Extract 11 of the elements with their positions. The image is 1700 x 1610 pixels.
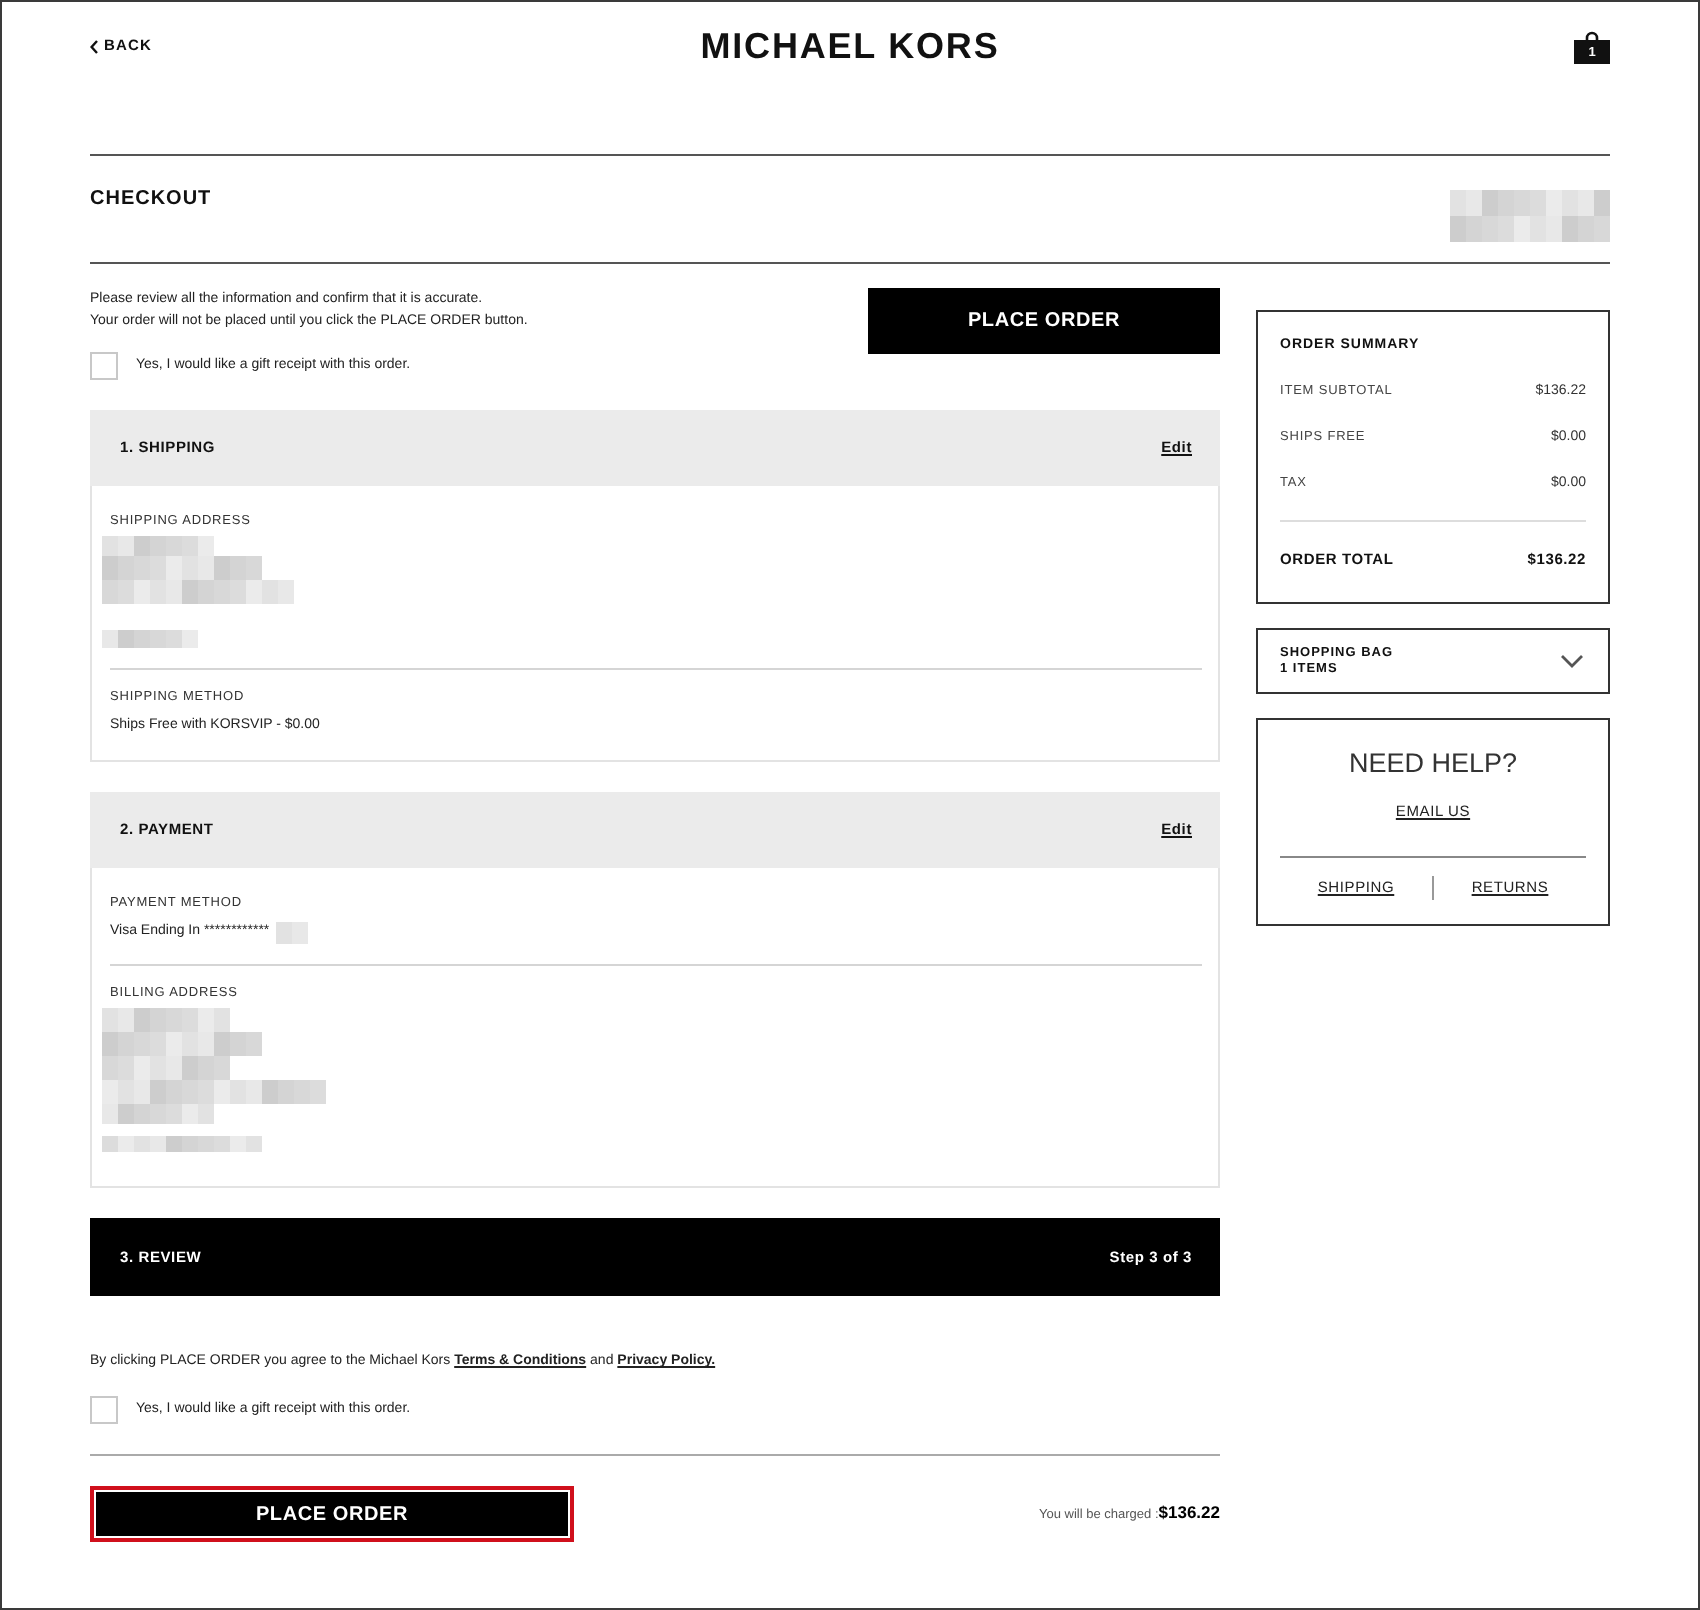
place-order-button[interactable]: PLACE ORDER: [868, 288, 1220, 354]
page-title: CHECKOUT: [90, 188, 212, 212]
checkbox[interactable]: [90, 352, 118, 380]
place-order-button[interactable]: PLACE ORDER: [90, 1486, 574, 1542]
brand-logo[interactable]: MICHAEL KORS: [700, 24, 1000, 68]
chevron-left-icon: [90, 39, 98, 53]
pixelated-redaction-drawing: [275, 921, 308, 943]
shopping-bag-icon: [1574, 29, 1610, 63]
help-title: NEED HELP?: [1346, 746, 1520, 782]
checkbox[interactable]: [90, 1396, 118, 1424]
chevron-down-icon[interactable]: [1560, 654, 1584, 668]
